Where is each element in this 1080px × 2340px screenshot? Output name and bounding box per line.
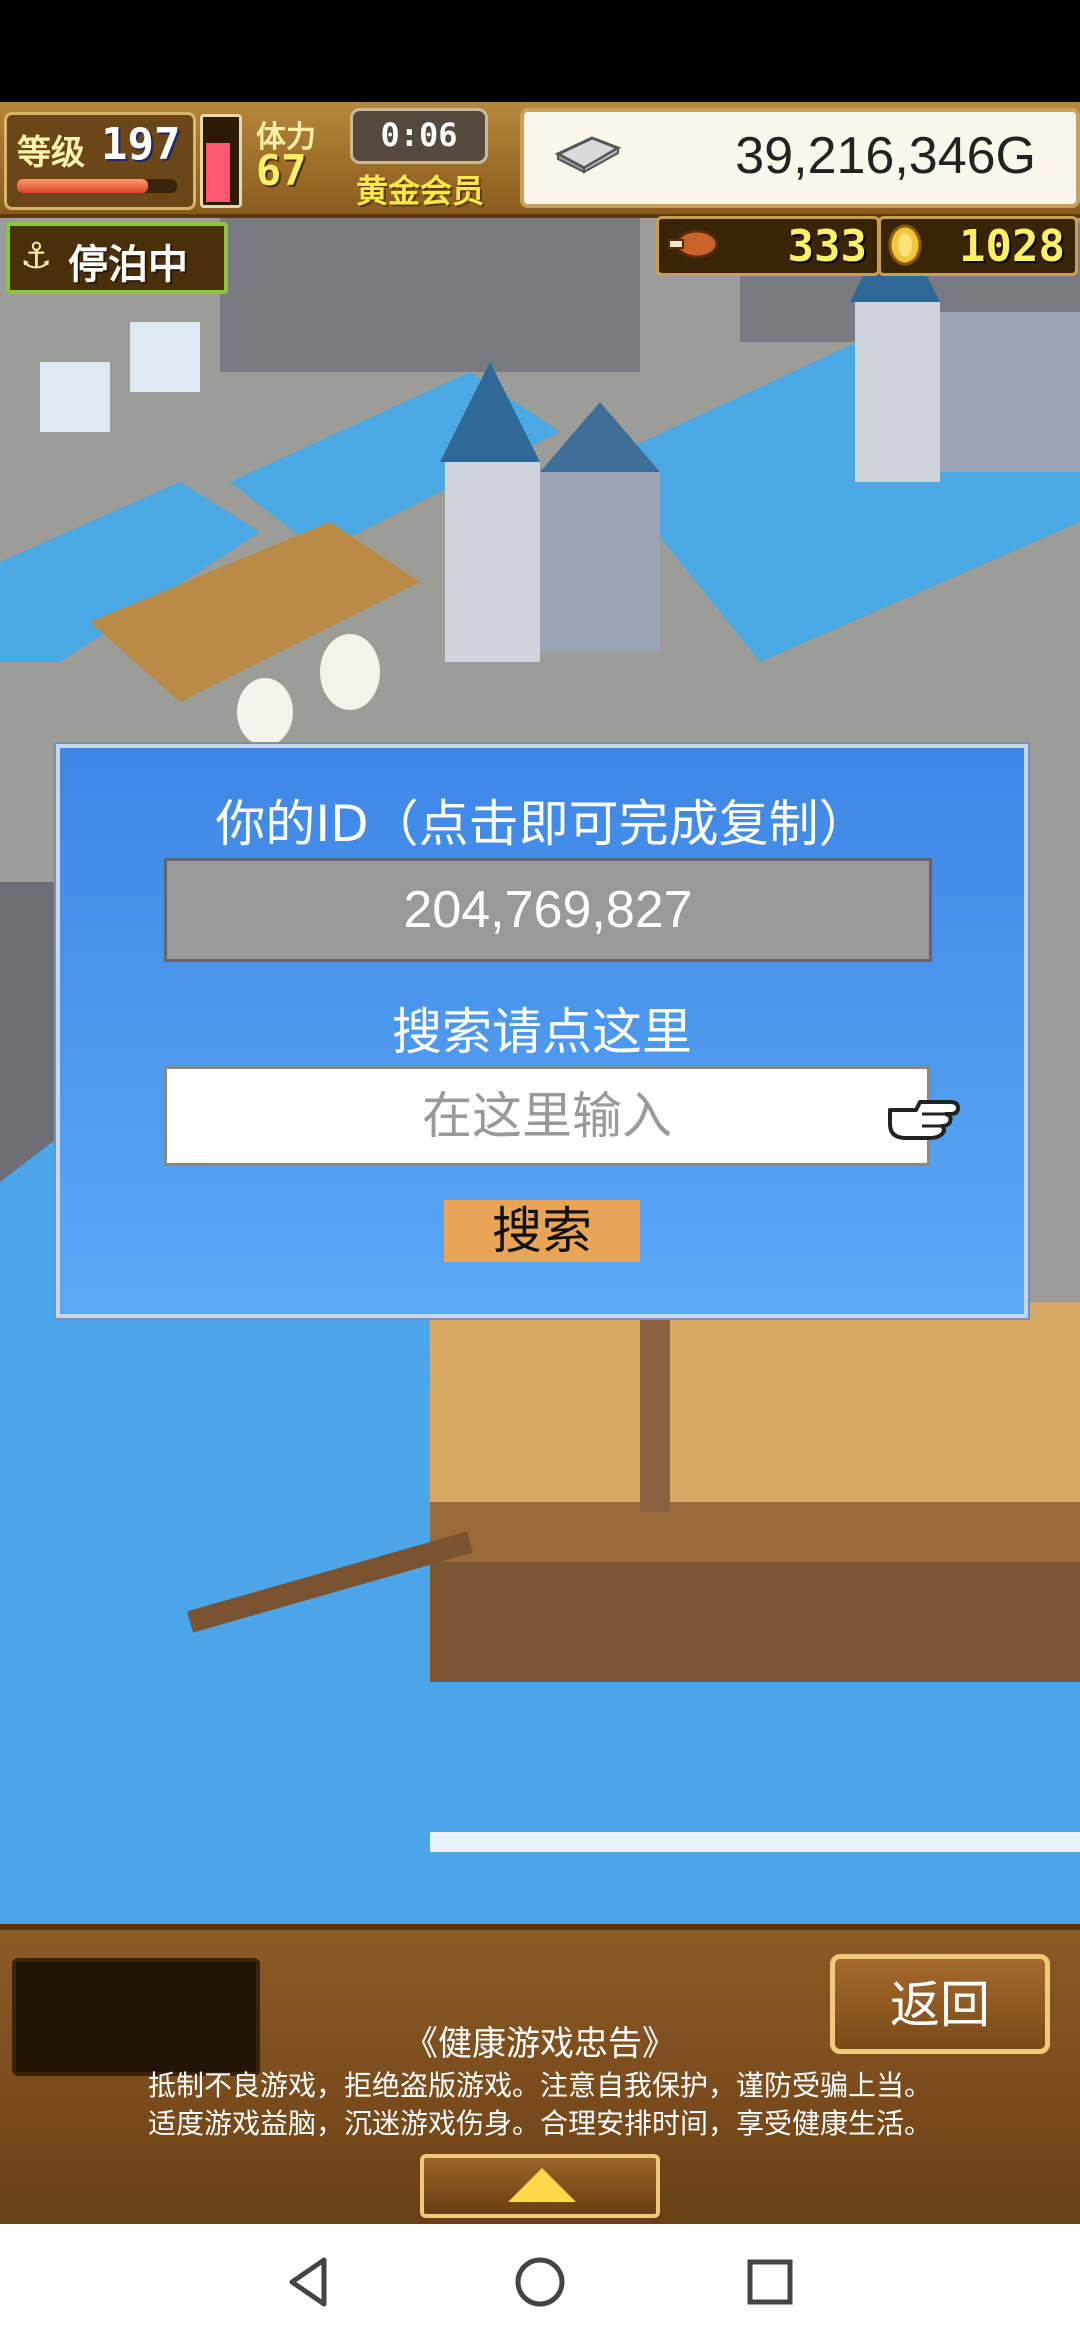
silver-ingot-icon bbox=[554, 136, 622, 174]
back-triangle-icon[interactable] bbox=[280, 2252, 340, 2312]
triangle-up-icon bbox=[508, 2168, 576, 2202]
stamina-gauge-fill bbox=[206, 143, 230, 202]
friend-search-dialog: 你的ID（点击即可完成复制） 204,769,827 搜索请点这里 搜索 bbox=[56, 744, 1028, 1318]
medal-counter[interactable]: 1028 bbox=[878, 216, 1078, 276]
docked-label: 停泊中 bbox=[68, 241, 188, 288]
search-label: 搜索请点这里 bbox=[392, 1003, 692, 1061]
bottom-panel: 返回 《健康游戏忠告》 抵制不良游戏，拒绝盗版游戏。注意自我保护，谨防受骗上当。… bbox=[0, 1924, 1080, 2230]
experience-bar-fill bbox=[17, 179, 149, 193]
search-button[interactable]: 搜索 bbox=[444, 1200, 640, 1262]
user-id-copy-box[interactable]: 204,769,827 bbox=[164, 858, 932, 962]
food-counter[interactable]: 333 bbox=[656, 216, 880, 276]
food-count: 333 bbox=[787, 221, 867, 272]
system-nav-bar bbox=[0, 2224, 1080, 2340]
docked-status[interactable]: ⚓ 停泊中 bbox=[6, 222, 228, 294]
gold-amount: 39,216,346G bbox=[735, 127, 1036, 185]
experience-bar bbox=[17, 179, 177, 193]
recents-square-icon[interactable] bbox=[740, 2252, 800, 2312]
medal-coin-icon bbox=[888, 224, 922, 266]
health-notice-line-2: 适度游戏益脑，沉迷游戏伤身。合理安排时间，享受健康生活。 bbox=[147, 2107, 932, 2140]
expand-menu-button[interactable] bbox=[420, 2154, 660, 2218]
medal-count: 1028 bbox=[959, 221, 1065, 272]
gold-panel[interactable]: 39,216,346G bbox=[520, 108, 1080, 208]
dialog-title: 你的ID（点击即可完成复制） bbox=[215, 795, 869, 853]
stamina-gauge bbox=[200, 114, 242, 208]
meat-icon bbox=[668, 229, 719, 259]
health-notice-line-1: 抵制不良游戏，拒绝盗版游戏。注意自我保护，谨防受骗上当。 bbox=[147, 2069, 932, 2102]
level-label: 等级 bbox=[17, 133, 85, 173]
stamina-timer: 0:06 bbox=[350, 108, 488, 164]
home-circle-icon[interactable] bbox=[510, 2252, 570, 2312]
status-bar bbox=[0, 0, 1080, 102]
level-panel[interactable]: 等级 197 bbox=[4, 112, 196, 210]
pointing-hand-icon bbox=[888, 1100, 960, 1140]
level-value: 197 bbox=[101, 119, 181, 170]
search-input[interactable] bbox=[164, 1066, 930, 1166]
gold-member-badge[interactable]: 黄金会员 bbox=[356, 166, 484, 212]
anchor-icon: ⚓ bbox=[20, 236, 53, 277]
health-notice-title: 《健康游戏忠告》 bbox=[404, 2024, 676, 2064]
stamina-value: 67 bbox=[256, 146, 307, 195]
